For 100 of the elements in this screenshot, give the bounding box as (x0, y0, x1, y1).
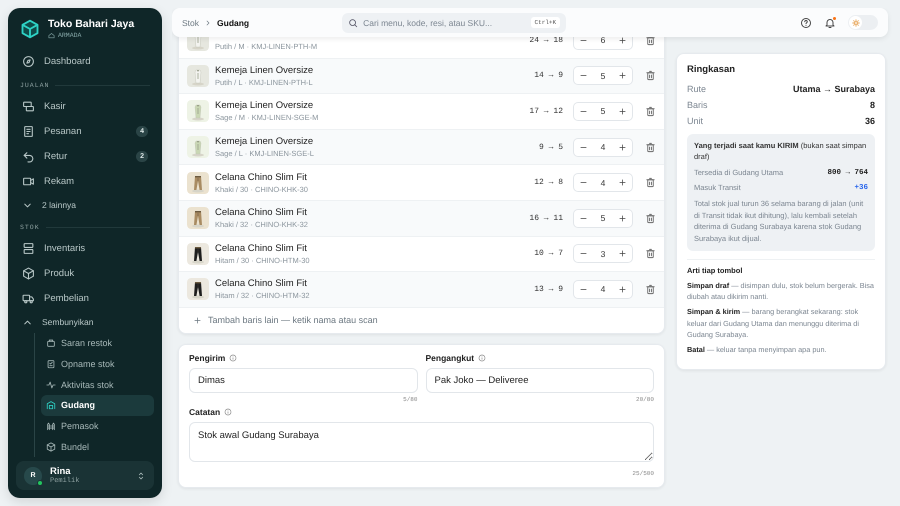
product-name: Kemeja Linen Oversize (215, 136, 314, 148)
product-name: Kemeja Linen Oversize (215, 64, 314, 77)
plus-icon (618, 178, 627, 188)
trash-icon (645, 37, 656, 46)
quantity-stepper[interactable]: 4 (573, 173, 633, 192)
quantity-stepper[interactable]: 4 (573, 138, 633, 157)
field-label: Pengirim (189, 352, 226, 363)
stock-change: 10 → 7 (534, 249, 563, 258)
trash-icon (645, 212, 656, 224)
up-down-chevron-icon (136, 470, 146, 480)
bell-icon (824, 16, 836, 28)
theme-toggle[interactable] (848, 15, 878, 30)
info-icon (224, 408, 232, 416)
input-field[interactable]: Pak Joko — Deliveree (426, 368, 654, 393)
store-name: Toko Bahari Jaya (48, 18, 134, 30)
delete-button[interactable] (645, 248, 656, 260)
summary-label: Rute (687, 84, 706, 94)
compass-icon (22, 55, 35, 68)
summary-label: Unit (687, 116, 704, 126)
delete-button[interactable] (645, 70, 656, 82)
camera-icon (22, 175, 35, 188)
quantity-stepper[interactable]: 6 (573, 37, 633, 50)
stock-change: 13 → 9 (534, 284, 563, 294)
add-row-button[interactable]: Tambah baris lain — ketik nama atau scan (179, 308, 392, 333)
sun-icon (852, 18, 860, 26)
quantity-value: 3 (600, 248, 606, 259)
plus-icon (618, 284, 627, 294)
nav-subitem[interactable]: Opname stok (41, 354, 154, 374)
stock-change: 14 → 9 (534, 71, 563, 80)
nav-toggle[interactable]: Sembunyikan (16, 311, 154, 333)
delete-button[interactable] (645, 177, 656, 188)
cube-icon (22, 267, 35, 280)
plus-icon (618, 106, 627, 116)
truck-icon (22, 292, 35, 305)
summary-label: Baris (687, 100, 708, 110)
nav-item[interactable]: Dashboard (16, 49, 154, 74)
field-label: Catatan (189, 406, 220, 417)
quantity-value: 6 (600, 37, 606, 46)
quantity-stepper[interactable]: 4 (573, 280, 633, 299)
nav-item[interactable]: Kasir (16, 94, 154, 119)
nav-subitem[interactable]: Gudang (41, 395, 154, 416)
notes-field[interactable]: Stok awal Gudang Surabaya (189, 422, 654, 462)
delete-button[interactable] (645, 142, 656, 153)
delete-button[interactable] (645, 212, 656, 224)
warehouse-icon (46, 400, 56, 410)
nav-subitem[interactable]: Bundel (41, 436, 154, 458)
user-name: Rina (50, 466, 71, 477)
cube-icon (46, 442, 56, 452)
stock-change: 17 → 12 (529, 106, 563, 116)
receipt-icon (22, 125, 35, 138)
nav-item[interactable]: Produk (16, 261, 154, 286)
trash-icon (645, 70, 656, 82)
quantity-stepper[interactable]: 5 (573, 66, 633, 86)
quantity-value: 4 (600, 142, 606, 152)
plus-icon (618, 37, 627, 45)
stock-change: 12 → 8 (534, 178, 563, 188)
quantity-stepper[interactable]: 5 (573, 102, 633, 121)
plus-icon (618, 214, 627, 223)
breadcrumb-link[interactable]: Stok (182, 18, 200, 28)
cube-logo-icon (20, 18, 40, 38)
bag-icon (46, 338, 56, 348)
field-label: Pengangkut (426, 352, 474, 363)
delete-button[interactable] (645, 284, 656, 295)
search-icon (348, 18, 358, 28)
quantity-value: 5 (600, 213, 606, 224)
quantity-value: 5 (600, 70, 606, 81)
trash-icon (645, 248, 656, 260)
delete-button[interactable] (645, 37, 656, 46)
quantity-value: 4 (600, 178, 606, 188)
plus-icon (193, 316, 202, 325)
nav-subitem[interactable]: Pemasok (41, 416, 154, 436)
stock-change: 16 → 11 (529, 214, 563, 223)
quantity-value: 4 (600, 284, 606, 294)
input-field[interactable]: Dimas (189, 368, 418, 393)
nav-item[interactable]: Pembelian (16, 286, 154, 311)
summary-value: 8 (870, 100, 875, 110)
stock-change: 9 → 5 (538, 142, 563, 152)
trash-icon (645, 284, 656, 295)
register-icon (22, 100, 35, 113)
plus-icon (618, 142, 627, 152)
info-icon (229, 354, 238, 362)
summary-title: Ringkasan (687, 64, 736, 75)
product-name: Celana Chino Slim Fit (215, 278, 308, 290)
delete-button[interactable] (645, 106, 656, 117)
summary-value: 36 (864, 116, 875, 126)
quantity-stepper[interactable]: 3 (573, 244, 633, 264)
server-icon (22, 242, 35, 255)
nav-toggle[interactable]: 2 lainnya (16, 194, 154, 216)
product-name: Celana Chino Slim Fit (215, 207, 308, 220)
nav-subitem[interactable]: Saran restok (41, 333, 154, 354)
breadcrumb-link[interactable]: Gudang (217, 18, 250, 28)
product-name: Celana Chino Slim Fit (215, 172, 308, 184)
plus-icon (618, 71, 627, 80)
clipboard-icon (46, 359, 56, 370)
nav-item[interactable]: Rekam (16, 169, 154, 194)
house-icon (48, 32, 55, 39)
quantity-stepper[interactable]: 5 (573, 208, 633, 228)
nav-item[interactable]: Inventaris (16, 236, 154, 261)
nav-subitem[interactable]: Aktivitas stok (41, 374, 154, 396)
trash-icon (645, 106, 656, 117)
